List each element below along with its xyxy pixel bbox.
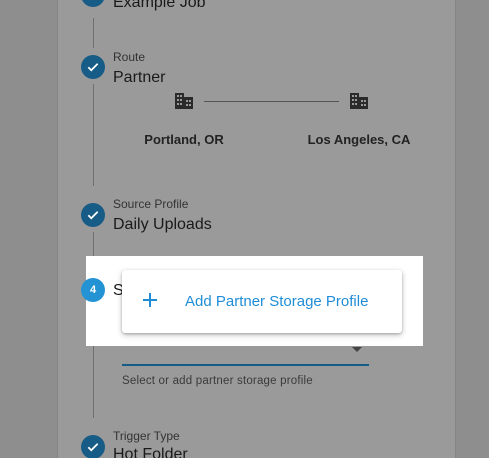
trigger-type-label: Trigger Type	[113, 429, 180, 443]
trigger-type-value: Hot Folder	[113, 446, 188, 458]
check-icon	[87, 443, 99, 452]
step-active-storage: 4	[81, 278, 105, 302]
step-connector	[93, 232, 94, 256]
step-complete-trigger	[81, 435, 105, 458]
storage-profile-select[interactable]	[122, 364, 369, 366]
add-partner-storage-profile-label: Add Partner Storage Profile	[185, 293, 369, 310]
job-name: Example Job	[113, 0, 206, 11]
step-connector	[93, 18, 94, 48]
source-profile-value: Daily Uploads	[113, 216, 212, 233]
building-icon	[350, 93, 368, 109]
step-connector	[93, 84, 94, 186]
building-icon	[175, 93, 193, 109]
step-connector	[93, 346, 94, 418]
add-partner-storage-profile-option[interactable]: Add Partner Storage Profile	[122, 270, 402, 333]
route-origin: Portland, OR	[144, 132, 224, 147]
route-connector-line	[204, 101, 339, 102]
check-icon	[86, 0, 100, 2]
plus-icon	[143, 293, 157, 307]
source-profile-label: Source Profile	[113, 197, 189, 211]
route-label: Route	[113, 50, 146, 64]
route-destination: Los Angeles, CA	[307, 132, 411, 147]
dropdown-arrow-icon[interactable]	[352, 347, 362, 352]
storage-profile-helper: Select or add partner storage profile	[122, 375, 313, 387]
route-value: Partner	[113, 69, 166, 86]
check-icon	[87, 63, 99, 72]
step-complete-route	[81, 55, 105, 79]
check-icon	[87, 211, 99, 220]
step-complete-source	[81, 203, 105, 227]
